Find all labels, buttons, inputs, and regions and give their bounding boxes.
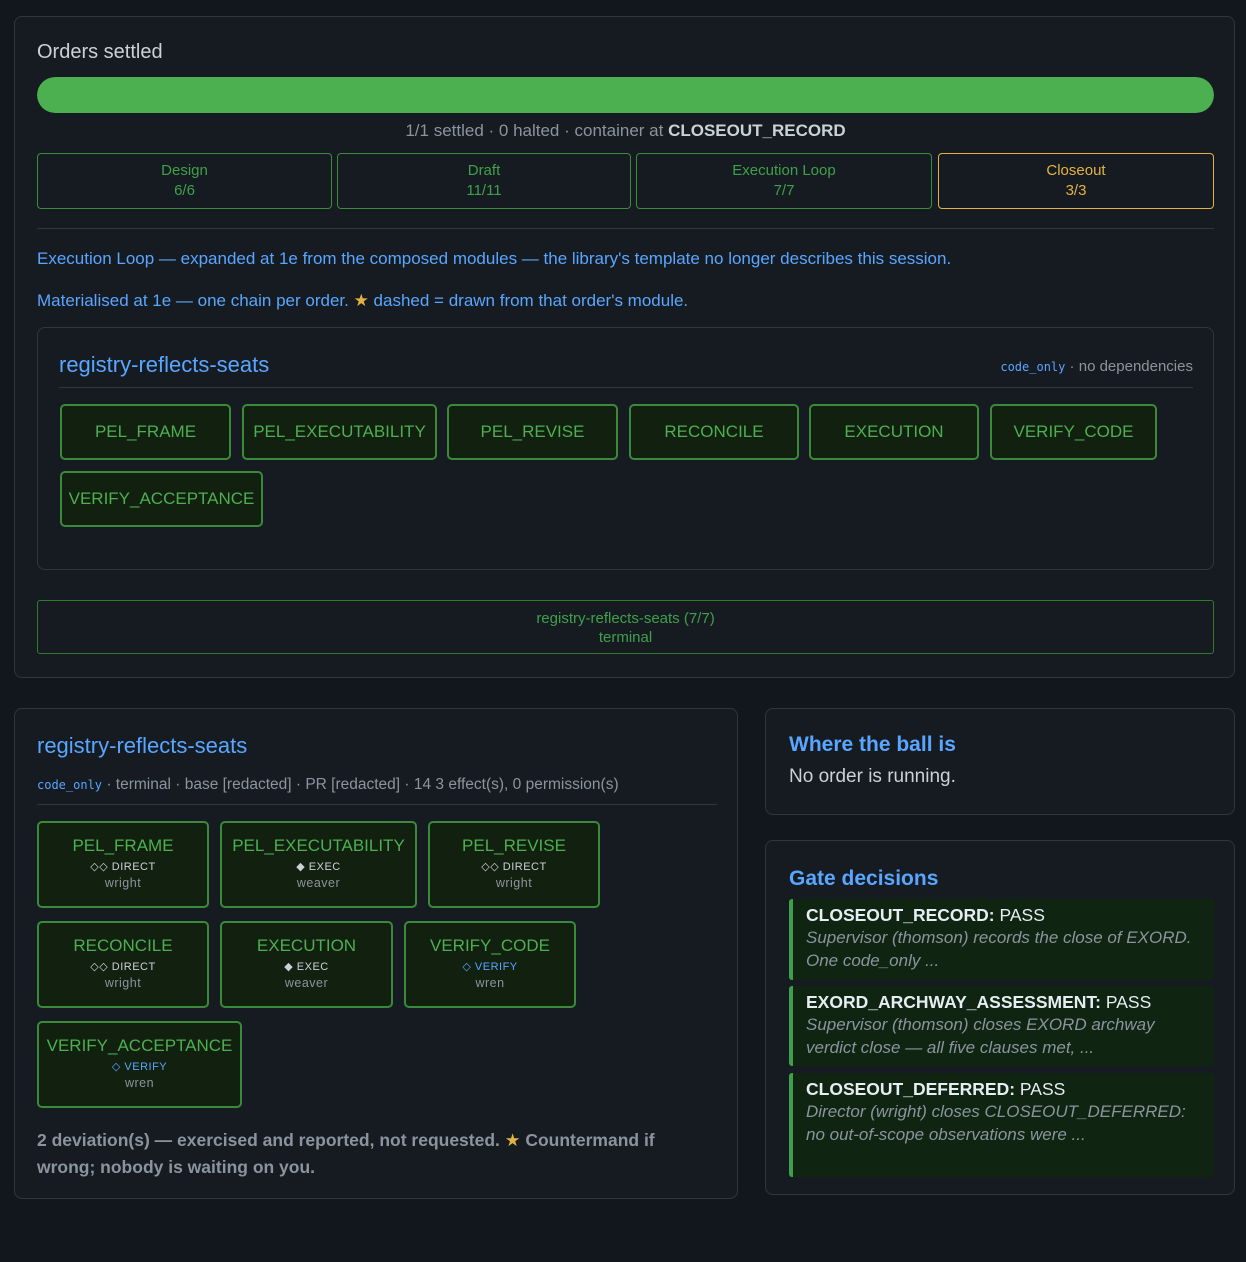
execution-loop-note: Execution Loop — expanded at 1e from the…	[37, 249, 952, 268]
gate-decision-header: EXORD_ARCHWAY_ASSESSMENT: PASS	[806, 992, 1204, 1013]
star-icon: ★	[353, 291, 369, 310]
container-name: CLOSEOUT_RECORD	[668, 121, 846, 140]
step-card-execution[interactable]: EXECUTION ◆ EXEC weaver	[220, 921, 393, 1008]
gate-name: EXORD_ARCHWAY_ASSESSMENT:	[806, 992, 1101, 1012]
step-card-verify-code[interactable]: VERIFY_CODE ◇ VERIFY wren	[404, 921, 576, 1008]
step-card-verify-acceptance[interactable]: VERIFY_ACCEPTANCE ◇ VERIFY wren	[37, 1021, 242, 1108]
orders-settled-label: Orders settled	[37, 41, 163, 63]
detail-meta: code_only · terminal · base [redacted] ·…	[37, 776, 619, 794]
phase-count: 7/7	[773, 182, 795, 199]
gate-description: Supervisor (thomson) closes EXORD archwa…	[806, 1015, 1155, 1057]
phase-name: Draft	[467, 162, 501, 179]
step-name: VERIFY_ACCEPTANCE	[46, 1036, 233, 1055]
step-name: RECONCILE	[73, 936, 173, 955]
step-name: EXECUTION	[256, 936, 357, 955]
phase-count: 6/6	[174, 182, 195, 199]
chain-node-pel-revise[interactable]: PEL_REVISE	[447, 404, 618, 460]
gate-decision-header: CLOSEOUT_DEFERRED: PASS	[806, 1079, 1204, 1100]
orders-progress-fill	[37, 77, 1214, 113]
step-kind: ◇ VERIFY	[462, 961, 518, 973]
detail-divider	[37, 804, 717, 805]
step-owner: wright	[104, 876, 142, 890]
gate-decision-item[interactable]: CLOSEOUT_DEFERRED: PASS Director (wright…	[789, 1073, 1214, 1177]
gate-name: CLOSEOUT_RECORD:	[806, 905, 995, 925]
materialised-note-text: Materialised at 1e — one chain per order…	[37, 291, 354, 310]
gate-decisions-title: Gate decisions	[789, 867, 939, 890]
gate-decisions-panel: Gate decisions CLOSEOUT_RECORD: PASS Sup…	[765, 840, 1235, 1195]
where-ball-title: Where the ball is	[789, 733, 956, 756]
phase-execution-loop[interactable]: Execution Loop 7/7	[636, 153, 932, 209]
chain-meta: code_only · no dependencies	[1000, 358, 1193, 375]
phase-name: Execution Loop	[732, 162, 836, 179]
step-owner: wright	[495, 876, 533, 890]
section-divider	[37, 228, 1214, 229]
step-name: PEL_FRAME	[72, 836, 174, 855]
step-kind: ◇ VERIFY	[111, 1061, 168, 1073]
phase-closeout[interactable]: Closeout 3/3	[938, 153, 1214, 209]
phase-count: 11/11	[466, 182, 502, 199]
code-only-tag: code_only	[1000, 360, 1066, 374]
step-kind: ◆ EXEC	[284, 961, 329, 973]
step-kind: ◆ EXEC	[296, 861, 341, 873]
gate-decision-item[interactable]: CLOSEOUT_RECORD: PASS Supervisor (thomso…	[789, 899, 1214, 980]
terminal-bar-title: registry-reflects-seats (7/7)	[536, 610, 715, 627]
step-card-pel-executability[interactable]: PEL_EXECUTABILITY ◆ EXEC weaver	[220, 821, 417, 908]
step-owner: wright	[104, 976, 142, 990]
step-kind: ◇◇ DIRECT	[90, 861, 156, 873]
materialised-note: Materialised at 1e — one chain per order…	[37, 291, 688, 311]
phase-count: 3/3	[1065, 182, 1087, 199]
step-owner: weaver	[296, 876, 341, 890]
gate-description: Supervisor (thomson) records the close o…	[806, 928, 1192, 970]
phase-name: Closeout	[1046, 162, 1106, 179]
chain-node-execution[interactable]: EXECUTION	[809, 404, 979, 460]
step-owner: wren	[475, 976, 505, 990]
orders-summary-text: 1/1 settled · 0 halted · container at	[405, 121, 669, 140]
detail-title[interactable]: registry-reflects-seats	[37, 733, 247, 759]
terminal-bar-status: terminal	[598, 629, 653, 646]
gate-decision-header: CLOSEOUT_RECORD: PASS	[806, 905, 1204, 926]
gate-result: PASS	[1100, 992, 1152, 1012]
phase-draft[interactable]: Draft 11/11	[337, 153, 631, 209]
step-name: PEL_REVISE	[462, 836, 566, 855]
step-card-pel-revise[interactable]: PEL_REVISE ◇◇ DIRECT wright	[428, 821, 600, 908]
step-kind: ◇◇ DIRECT	[90, 961, 156, 973]
step-kind: ◇◇ DIRECT	[481, 861, 547, 873]
order-detail-panel: registry-reflects-seats code_only · term…	[14, 708, 738, 1199]
deviation-text: 2 deviation(s) — exercised and reported,…	[37, 1130, 505, 1150]
gate-name: CLOSEOUT_DEFERRED:	[806, 1079, 1016, 1099]
detail-meta-text: · terminal · base [redacted] · PR [redac…	[102, 776, 619, 793]
chain-meta-text: · no dependencies	[1065, 358, 1193, 375]
chain-card: registry-reflects-seats code_only · no d…	[37, 327, 1214, 570]
chain-node-pel-frame[interactable]: PEL_FRAME	[60, 404, 231, 460]
code-only-tag: code_only	[37, 778, 103, 792]
materialised-note-text-2: dashed = drawn from that order's module.	[368, 291, 689, 310]
where-ball-panel: Where the ball is No order is running.	[765, 708, 1235, 815]
step-card-reconcile[interactable]: RECONCILE ◇◇ DIRECT wright	[37, 921, 209, 1008]
gate-result: PASS	[994, 905, 1045, 925]
step-owner: wren	[124, 1076, 155, 1090]
gate-description: Director (wright) closes CLOSEOUT_DEFERR…	[806, 1102, 1186, 1144]
step-name: PEL_EXECUTABILITY	[232, 836, 405, 855]
step-name: VERIFY_CODE	[430, 936, 550, 955]
chain-node-verify-code[interactable]: VERIFY_CODE	[990, 404, 1157, 460]
chain-terminal-bar[interactable]: registry-reflects-seats (7/7) terminal	[37, 600, 1214, 654]
chain-node-pel-executability[interactable]: PEL_EXECUTABILITY	[242, 404, 437, 460]
gate-result: PASS	[1015, 1079, 1066, 1099]
orders-settled-panel: Orders settled 1/1 settled · 0 halted · …	[14, 16, 1235, 678]
where-ball-status: No order is running.	[789, 766, 956, 787]
phase-design[interactable]: Design 6/6	[37, 153, 332, 209]
orders-progress-bar	[37, 77, 1214, 113]
orders-summary: 1/1 settled · 0 halted · container at CL…	[37, 121, 1214, 141]
step-card-pel-frame[interactable]: PEL_FRAME ◇◇ DIRECT wright	[37, 821, 209, 908]
chain-title[interactable]: registry-reflects-seats	[59, 352, 269, 378]
step-owner: weaver	[284, 976, 329, 990]
phase-name: Design	[161, 162, 208, 179]
deviation-note: 2 deviation(s) — exercised and reported,…	[37, 1127, 717, 1181]
gate-decision-item[interactable]: EXORD_ARCHWAY_ASSESSMENT: PASS Superviso…	[789, 986, 1214, 1066]
chain-divider	[59, 387, 1193, 388]
chain-node-verify-acceptance[interactable]: VERIFY_ACCEPTANCE	[60, 471, 263, 527]
star-icon: ★	[504, 1130, 521, 1150]
chain-node-reconcile[interactable]: RECONCILE	[629, 404, 799, 460]
